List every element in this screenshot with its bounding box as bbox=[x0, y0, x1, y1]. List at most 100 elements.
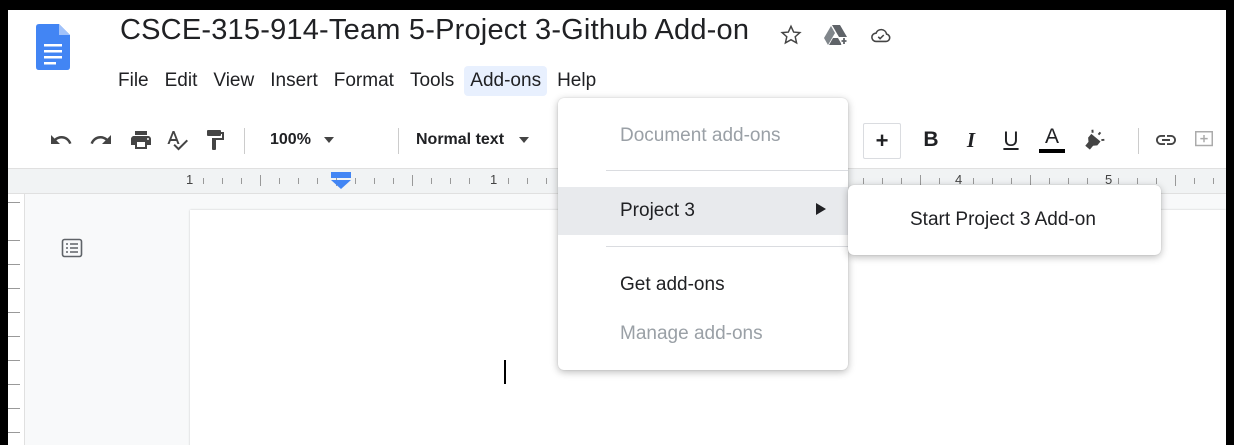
document-outline-icon[interactable] bbox=[60, 236, 84, 260]
zoom-select[interactable]: 100% bbox=[258, 116, 374, 164]
menu-item-manage-add-ons: Manage add-ons bbox=[558, 310, 848, 358]
add-comment-button[interactable] bbox=[1186, 116, 1222, 164]
highlight-button[interactable] bbox=[1076, 116, 1112, 164]
menu-insert[interactable]: Insert bbox=[264, 66, 324, 96]
zoom-value: 100% bbox=[270, 131, 311, 148]
ruler-tick bbox=[1118, 178, 1119, 184]
ruler-tick bbox=[1213, 178, 1214, 184]
ruler-number: 1 bbox=[490, 172, 498, 187]
underline-icon: U bbox=[1003, 128, 1019, 151]
toolbar-divider bbox=[398, 128, 399, 154]
print-icon bbox=[131, 131, 151, 149]
ruler-tick bbox=[508, 178, 509, 184]
menu-item-label: Document add-ons bbox=[620, 125, 781, 146]
ruler-tick bbox=[1137, 178, 1138, 184]
menu-item-project-3[interactable]: Project 3 bbox=[558, 187, 848, 235]
indent-marker-icon[interactable] bbox=[330, 171, 352, 191]
bold-button[interactable]: B bbox=[913, 116, 949, 164]
text-color-icon: A bbox=[1044, 125, 1059, 148]
submenu-arrow-icon bbox=[816, 203, 826, 215]
menu-view[interactable]: View bbox=[207, 66, 260, 96]
ruler-tick bbox=[1175, 175, 1176, 186]
menu-item-document-add-ons: Document add-ons bbox=[558, 112, 848, 160]
ruler-tick bbox=[431, 178, 432, 184]
ruler-tick bbox=[317, 178, 318, 184]
italic-icon: I bbox=[966, 127, 976, 152]
ruler-tick bbox=[298, 178, 299, 184]
google-docs-logo-icon[interactable] bbox=[36, 24, 70, 70]
underline-button[interactable]: U bbox=[993, 116, 1029, 164]
ruler-tick bbox=[992, 178, 993, 184]
menu-item-start-project-3-add-on[interactable]: Start Project 3 Add-on bbox=[848, 196, 1161, 244]
chevron-down-icon bbox=[323, 137, 334, 143]
ruler-tick bbox=[1011, 178, 1012, 184]
add-comment-icon bbox=[1195, 131, 1213, 147]
document-title[interactable]: CSCE-315-914-Team 5-Project 3-Github Add… bbox=[120, 14, 749, 47]
ruler-tick bbox=[1049, 178, 1050, 184]
menu-item-get-add-ons[interactable]: Get add-ons bbox=[558, 261, 848, 309]
spellcheck-button[interactable] bbox=[162, 116, 192, 164]
ruler-tick bbox=[203, 178, 204, 184]
menu-separator bbox=[606, 246, 848, 247]
redo-button[interactable] bbox=[86, 116, 116, 164]
ruler-tick bbox=[241, 178, 242, 184]
ruler-tick bbox=[355, 178, 356, 184]
plus-icon: + bbox=[875, 128, 889, 153]
star-icon[interactable] bbox=[780, 24, 802, 46]
paint-format-icon bbox=[207, 130, 224, 150]
menu-format[interactable]: Format bbox=[328, 66, 400, 96]
project-3-submenu: Start Project 3 Add-on bbox=[848, 185, 1161, 255]
menu-separator bbox=[606, 170, 848, 171]
link-icon bbox=[1156, 135, 1176, 145]
add-ons-menu: Document add-ons Project 3 Get add-ons M… bbox=[558, 98, 848, 370]
increase-font-size-button[interactable]: + bbox=[863, 123, 901, 159]
menu-add-ons[interactable]: Add-ons bbox=[464, 66, 548, 96]
ruler-tick bbox=[450, 178, 451, 184]
menu-bar: File Edit View Insert Format Tools Add-o… bbox=[112, 62, 606, 100]
italic-button[interactable]: I bbox=[953, 116, 989, 164]
ruler-tick bbox=[393, 178, 394, 184]
ruler-number: 1 bbox=[186, 172, 194, 187]
text-color-button[interactable]: A bbox=[1034, 116, 1070, 164]
ruler-tick bbox=[973, 178, 974, 184]
style-select[interactable]: Normal text bbox=[406, 116, 568, 164]
text-color-swatch bbox=[1039, 149, 1065, 153]
menu-tools[interactable]: Tools bbox=[404, 66, 460, 96]
redo-icon bbox=[90, 135, 111, 144]
ruler-tick bbox=[546, 178, 547, 184]
menu-item-label: Manage add-ons bbox=[620, 323, 763, 344]
insert-link-button[interactable] bbox=[1148, 116, 1184, 164]
cloud-saved-icon[interactable] bbox=[870, 24, 892, 46]
ruler-tick bbox=[1068, 178, 1069, 184]
chevron-down-icon bbox=[519, 137, 530, 143]
ruler-tick bbox=[412, 175, 413, 186]
ruler-tick bbox=[1156, 178, 1157, 184]
ruler-tick bbox=[882, 178, 883, 184]
undo-icon bbox=[51, 135, 72, 144]
menu-help[interactable]: Help bbox=[551, 66, 602, 96]
title-actions bbox=[780, 24, 892, 46]
ruler-tick bbox=[863, 178, 864, 184]
docs-window: CSCE-315-914-Team 5-Project 3-Github Add… bbox=[8, 10, 1226, 445]
text-cursor bbox=[504, 360, 506, 384]
ruler-tick bbox=[260, 175, 261, 186]
menu-edit[interactable]: Edit bbox=[159, 66, 204, 96]
menu-item-label: Get add-ons bbox=[620, 274, 725, 295]
spellcheck-icon bbox=[167, 131, 188, 151]
style-value: Normal text bbox=[416, 131, 505, 148]
ruler-tick bbox=[279, 178, 280, 184]
print-button[interactable] bbox=[126, 116, 156, 164]
menu-file[interactable]: File bbox=[112, 66, 155, 96]
drive-move-icon[interactable] bbox=[824, 24, 848, 46]
paint-format-button[interactable] bbox=[200, 116, 230, 164]
ruler-tick bbox=[374, 178, 375, 184]
undo-button[interactable] bbox=[46, 116, 76, 164]
vertical-ruler bbox=[8, 194, 25, 445]
ruler-tick bbox=[1087, 178, 1088, 184]
ruler-tick bbox=[1194, 178, 1195, 184]
menu-item-label: Project 3 bbox=[620, 200, 695, 221]
bold-icon: B bbox=[923, 128, 939, 151]
toolbar-divider bbox=[244, 128, 245, 154]
ruler-tick bbox=[469, 178, 470, 184]
ruler-tick bbox=[939, 178, 940, 184]
